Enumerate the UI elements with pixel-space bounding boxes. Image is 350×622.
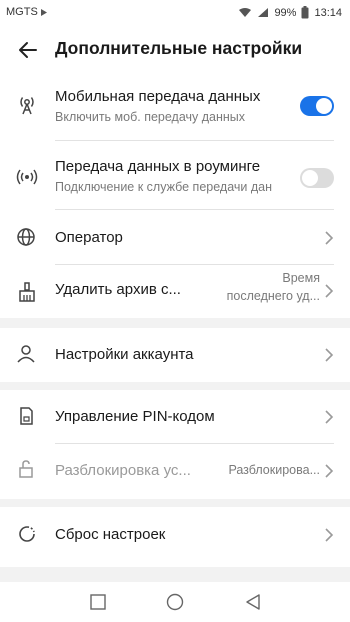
home-icon[interactable] — [165, 592, 185, 612]
chevron-right-icon — [325, 348, 334, 362]
reset-title: Сброс настроек — [55, 526, 166, 543]
account-settings-row[interactable]: Настройки аккаунта — [0, 328, 350, 382]
unlock-row[interactable]: Разблокировка ус... Разблокирова... — [0, 444, 350, 499]
clock: 13:14 — [314, 6, 342, 19]
roaming-toggle-knob — [302, 170, 318, 186]
sim-card-icon — [20, 407, 33, 425]
broom-icon — [19, 282, 35, 302]
back-nav-icon[interactable] — [243, 592, 263, 612]
clear-archive-title: Удалить архив с... — [55, 281, 181, 298]
mobile-data-toggle-knob — [316, 98, 332, 114]
play-indicator-icon — [40, 8, 47, 16]
roaming-subtitle: Подключение к службе передачи дан — [55, 180, 272, 194]
reset-icon — [19, 526, 35, 542]
globe-icon — [17, 228, 35, 246]
status-left: MGTS — [6, 6, 48, 18]
operator-row[interactable]: Оператор — [0, 211, 350, 265]
chevron-right-icon — [325, 410, 334, 424]
divider — [55, 140, 334, 141]
clear-archive-value-line1: Время — [282, 271, 320, 285]
chevron-right-icon — [325, 464, 334, 478]
reset-section: Сброс настроек — [0, 507, 350, 567]
unlock-title: Разблокировка ус... — [55, 462, 191, 479]
battery-percent: 99% — [274, 6, 297, 19]
carrier-label: MGTS — [6, 6, 38, 18]
account-section: Настройки аккаунта — [0, 328, 350, 382]
navigation-bar — [0, 582, 350, 622]
divider — [55, 209, 334, 210]
roaming-toggle[interactable] — [300, 168, 334, 188]
pin-management-row[interactable]: Управление PIN-кодом — [0, 390, 350, 444]
clear-archive-row[interactable]: Удалить архив с... Время последнего уд..… — [0, 265, 350, 318]
antenna-icon — [20, 97, 34, 115]
roaming-title: Передача данных в роуминге — [55, 158, 261, 175]
status-right: 99% 13:14 — [238, 6, 342, 19]
recent-apps-icon[interactable] — [88, 592, 108, 612]
pin-management-title: Управление PIN-кодом — [55, 408, 215, 425]
chevron-right-icon — [325, 231, 334, 245]
mobile-data-row[interactable]: Мобильная передача данных Включить моб. … — [0, 74, 350, 142]
roaming-signal-icon — [16, 169, 38, 185]
unlock-value: Разблокирова... — [228, 463, 320, 477]
page-title: Дополнительные настройки — [55, 38, 303, 58]
person-icon — [17, 345, 35, 363]
network-section: Мобильная передача данных Включить моб. … — [0, 74, 350, 318]
status-bar: MGTS 99% 13:14 — [0, 0, 350, 26]
account-settings-title: Настройки аккаунта — [55, 346, 194, 363]
security-section: Управление PIN-кодом Разблокировка ус...… — [0, 390, 350, 499]
reset-row[interactable]: Сброс настроек — [0, 507, 350, 562]
app-header: Дополнительные настройки — [0, 26, 350, 74]
signal-icon — [258, 8, 269, 17]
operator-title: Оператор — [55, 229, 123, 246]
clear-archive-value-line2: последнего уд... — [226, 289, 320, 303]
battery-icon — [301, 6, 309, 19]
back-arrow-icon[interactable] — [16, 38, 40, 62]
mobile-data-title: Мобильная передача данных — [55, 88, 261, 105]
mobile-data-toggle[interactable] — [300, 96, 334, 116]
chevron-right-icon — [325, 284, 334, 298]
unlock-icon — [19, 460, 33, 478]
mobile-data-subtitle: Включить моб. передачу данных — [55, 110, 246, 124]
wifi-icon — [239, 8, 252, 17]
roaming-row[interactable]: Передача данных в роуминге Подключение к… — [0, 142, 350, 210]
chevron-right-icon — [325, 528, 334, 542]
